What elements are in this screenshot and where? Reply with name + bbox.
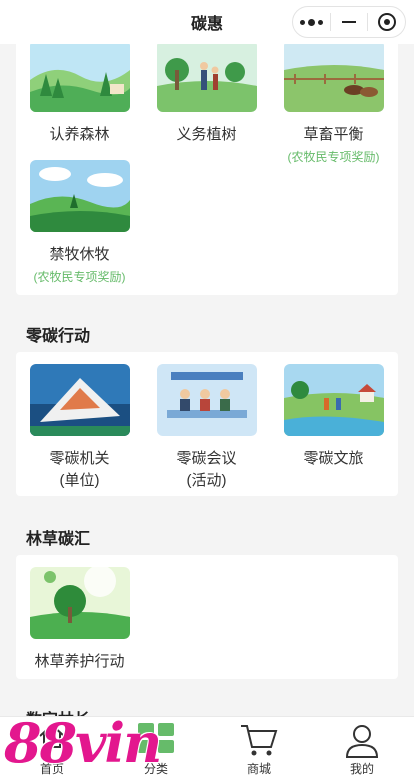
mini-program-capsule	[292, 6, 406, 38]
section-title-forest-carbon-sink: 林草碳汇	[26, 531, 91, 548]
item-label: 零碳机关	[49, 450, 110, 467]
meadow-illustration-icon	[29, 160, 130, 232]
forest-sink-card: 林草养护行动	[16, 555, 398, 679]
page-title: 碳惠	[190, 16, 223, 33]
more-button[interactable]	[293, 7, 330, 37]
pasture-illustration-icon	[283, 40, 384, 112]
item-label-secondary: (活动)	[186, 472, 227, 489]
zero-carbon-card: 零碳机关 (单位) 零碳会议 (活动) 零碳文旅	[16, 352, 398, 496]
close-button[interactable]	[368, 7, 405, 37]
more-dots-icon	[299, 18, 323, 26]
item-label: 草畜平衡	[303, 126, 364, 143]
tourism-illustration-icon	[283, 364, 384, 436]
office-illustration-icon	[29, 364, 130, 436]
grid-item-tree-planting[interactable]: 义务植树	[143, 40, 270, 146]
forest-maintenance-illustration-icon	[29, 567, 130, 639]
meeting-illustration-icon	[156, 364, 257, 436]
nav-bar: 碳惠	[0, 0, 414, 44]
tab-mine[interactable]: 我的	[310, 717, 414, 780]
grid-item-grass-livestock-balance[interactable]: 草畜平衡 (农牧民专项奖励)	[270, 40, 397, 165]
target-icon	[377, 13, 396, 31]
item-label: 零碳文旅	[303, 450, 364, 467]
user-icon	[344, 723, 380, 764]
watermark-logo: 88vin	[4, 711, 162, 775]
tab-label: 商城	[246, 762, 271, 776]
grid-item-zero-carbon-tourism[interactable]: 零碳文旅	[270, 364, 397, 470]
grid-item-forest-maintenance[interactable]: 林草养护行动	[16, 567, 143, 673]
section-title-zero-carbon: 零碳行动	[26, 328, 91, 345]
grid-item-zero-carbon-office[interactable]: 零碳机关 (单位)	[16, 364, 143, 492]
item-sublabel: (农牧民专项奖励)	[33, 270, 126, 284]
item-label: 零碳会议	[176, 450, 237, 467]
forest-illustration-icon	[29, 40, 130, 112]
grid-item-grazing-ban[interactable]: 禁牧休牧 (农牧民专项奖励)	[16, 160, 143, 285]
tree-planting-illustration-icon	[156, 40, 257, 112]
tab-mall[interactable]: 商城	[207, 717, 311, 780]
minus-icon	[342, 21, 356, 23]
item-label: 认养森林	[49, 126, 110, 143]
item-label: 林草养护行动	[34, 653, 125, 670]
item-sublabel: (农牧民专项奖励)	[287, 150, 380, 164]
activity-card: 认养森林 义务植树 草畜平衡 (农牧民专项奖励) 禁牧休牧 (农牧民专项奖励)	[16, 28, 398, 295]
item-label: 义务植树	[176, 126, 237, 143]
item-label: 禁牧休牧	[49, 246, 110, 263]
grid-item-zero-carbon-meeting[interactable]: 零碳会议 (活动)	[143, 364, 270, 492]
cart-icon	[239, 723, 279, 764]
minimize-button[interactable]	[331, 7, 368, 37]
item-label-secondary: (单位)	[59, 472, 100, 489]
tab-label: 我的	[349, 762, 374, 776]
grid-item-adopt-forest[interactable]: 认养森林	[16, 40, 143, 146]
